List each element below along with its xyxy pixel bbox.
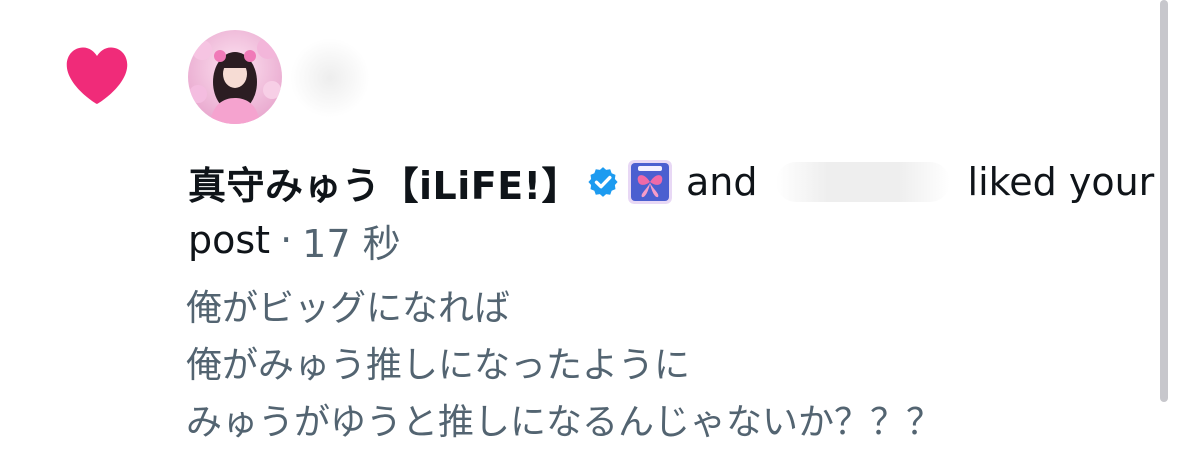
- post-line: 俺がみゅう推しになったように: [186, 345, 691, 386]
- post-preview[interactable]: 俺がビッグになれば 俺がみゅう推しになったように みゅうがゆうと推しになるんじゃ…: [186, 280, 942, 451]
- notification-headline: 真守みゅう【iLiFE!】 and liked your: [188, 152, 1154, 212]
- actor-display-name[interactable]: 真守みゅう【iLiFE!】: [188, 155, 580, 210]
- blurred-user-name[interactable]: [775, 162, 950, 202]
- verified-badge-icon: [588, 167, 618, 197]
- scrollbar[interactable]: [1160, 0, 1168, 402]
- like-notification[interactable]: 真守みゅう【iLiFE!】 and liked your post · 17 秒…: [0, 0, 1179, 461]
- timestamp[interactable]: 17 秒: [302, 213, 400, 268]
- ilife-badge-icon[interactable]: [628, 160, 673, 204]
- connector-text: and: [686, 160, 758, 204]
- heart-icon: [66, 47, 128, 104]
- object-text: post: [188, 218, 271, 262]
- avatar[interactable]: [188, 30, 282, 124]
- action-text: liked your: [967, 160, 1155, 204]
- notification-meta: post · 17 秒: [188, 212, 401, 268]
- post-line: 俺がビッグになれば: [186, 288, 511, 329]
- separator: ·: [280, 218, 293, 262]
- post-line: みゅうがゆうと推しになるんじゃないか？？？: [186, 402, 943, 443]
- blurred-avatar[interactable]: [290, 38, 370, 118]
